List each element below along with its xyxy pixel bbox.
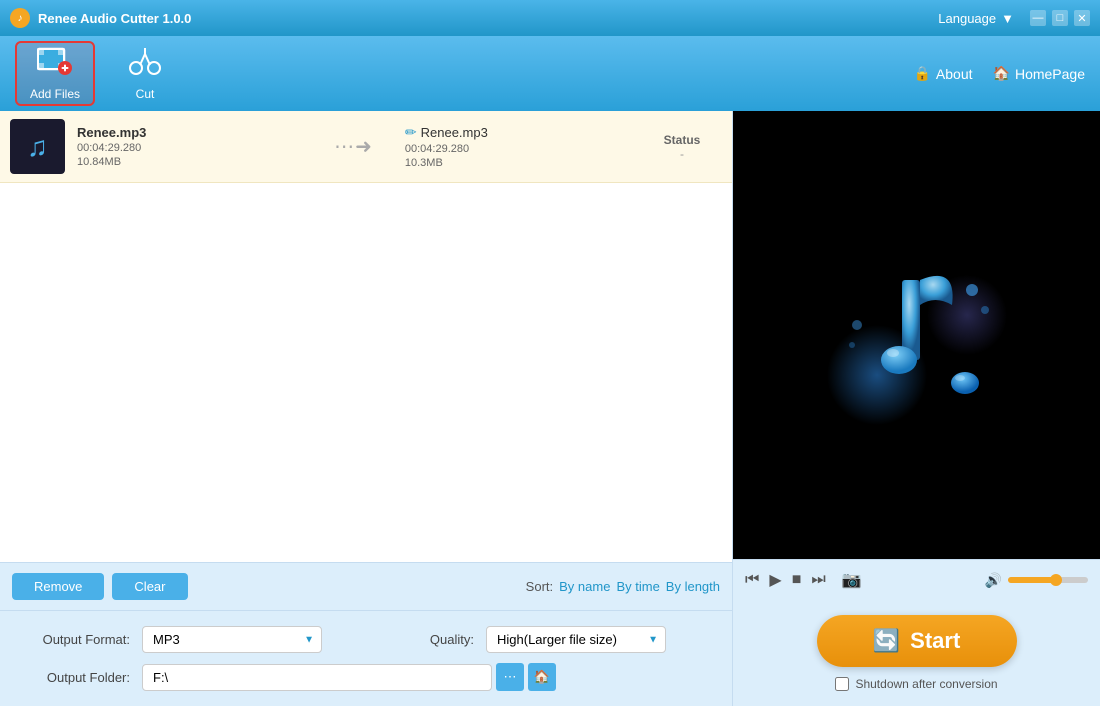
main-area: ♫ Renee.mp3 00:04:29.280 10.84MB ⋯➜ ✏ Re… — [0, 111, 1100, 706]
clear-button[interactable]: Clear — [112, 573, 187, 600]
add-files-button[interactable]: Add Files — [15, 41, 95, 106]
skip-forward-icon: ⏭ — [811, 571, 825, 589]
app-title: Renee Audio Cutter 1.0.0 — [38, 11, 191, 26]
language-arrow-icon: ▼ — [1001, 11, 1014, 26]
about-label: About — [936, 66, 973, 82]
remove-button[interactable]: Remove — [12, 573, 104, 600]
arrow-icon: ⋯➜ — [334, 134, 373, 159]
preview-area — [733, 111, 1100, 559]
window-controls: — □ ✕ — [1030, 10, 1090, 26]
refresh-icon: 🔄 — [873, 628, 900, 654]
sort-area: Sort: By name By time By length — [526, 579, 720, 594]
sort-by-time-link[interactable]: By time — [616, 579, 659, 594]
output-file-name: ✏ Renee.mp3 — [405, 124, 630, 141]
shutdown-row: Shutdown after conversion — [835, 677, 997, 691]
skip-back-icon: ⏮ — [745, 571, 759, 589]
music-note-icon: ♫ — [27, 131, 48, 163]
format-select[interactable]: MP3 AAC WAV FLAC — [142, 626, 322, 653]
minimize-button[interactable]: — — [1030, 10, 1046, 26]
left-panel: ♫ Renee.mp3 00:04:29.280 10.84MB ⋯➜ ✏ Re… — [0, 111, 732, 706]
input-file-info: Renee.mp3 00:04:29.280 10.84MB — [77, 125, 302, 168]
folder-input-wrapper: ⋯ 🏠 — [142, 663, 556, 691]
input-file-name: Renee.mp3 — [77, 125, 302, 140]
cut-button[interactable]: Cut — [105, 41, 185, 106]
right-panel: ⏮ ▶ ■ ⏭ 📷 🔊 — [732, 111, 1100, 706]
music-visual — [817, 235, 1017, 435]
format-select-wrapper: MP3 AAC WAV FLAC — [142, 626, 322, 653]
homepage-label: HomePage — [1015, 66, 1085, 82]
output-file-size: 10.3MB — [405, 157, 630, 169]
cut-icon — [128, 46, 162, 83]
volume-slider[interactable] — [1008, 577, 1088, 583]
quality-select[interactable]: High(Larger file size) Medium Low — [486, 626, 666, 653]
arrow-separator: ⋯➜ — [314, 134, 393, 159]
file-thumbnail: ♫ — [10, 119, 65, 174]
home-icon: 🏠 — [993, 65, 1010, 82]
format-row: Output Format: MP3 AAC WAV FLAC Quality:… — [20, 626, 712, 653]
edit-icon[interactable]: ✏ — [405, 124, 417, 141]
close-button[interactable]: ✕ — [1074, 10, 1090, 26]
shutdown-checkbox[interactable] — [835, 677, 849, 691]
app-logo: ♪ — [10, 8, 30, 28]
shutdown-label: Shutdown after conversion — [855, 677, 997, 691]
quality-label: Quality: — [364, 632, 474, 647]
folder-label: Output Folder: — [20, 670, 130, 685]
cut-label: Cut — [136, 87, 155, 101]
quality-select-wrapper: High(Larger file size) Medium Low — [486, 626, 666, 653]
format-label: Output Format: — [20, 632, 130, 647]
sort-label: Sort: — [526, 579, 553, 594]
volume-control: 🔊 — [985, 572, 1088, 589]
volume-thumb[interactable] — [1050, 574, 1062, 586]
language-dropdown[interactable]: Language ▼ — [938, 11, 1014, 26]
logo-symbol: ♪ — [18, 13, 23, 24]
start-area: 🔄 Start Shutdown after conversion — [733, 600, 1100, 706]
file-list-footer: Remove Clear Sort: By name By time By le… — [0, 562, 732, 610]
folder-input[interactable] — [142, 664, 492, 691]
toolbar-right: 🔒 About 🏠 HomePage — [913, 65, 1085, 82]
title-bar-left: ♪ Renee Audio Cutter 1.0.0 — [10, 8, 191, 28]
status-area: Status - — [642, 133, 722, 161]
player-controls: ⏮ ▶ ■ ⏭ 📷 🔊 — [733, 559, 1100, 600]
status-badge: - — [642, 147, 722, 161]
add-files-icon — [37, 46, 73, 83]
file-list: ♫ Renee.mp3 00:04:29.280 10.84MB ⋯➜ ✏ Re… — [0, 111, 732, 562]
start-label: Start — [910, 628, 960, 654]
input-file-duration: 00:04:29.280 — [77, 142, 302, 154]
camera-icon: 📷 — [842, 570, 862, 590]
volume-fill — [1008, 577, 1056, 583]
table-row: ♫ Renee.mp3 00:04:29.280 10.84MB ⋯➜ ✏ Re… — [0, 111, 732, 183]
folder-row: Output Folder: ⋯ 🏠 — [20, 663, 712, 691]
volume-icon: 🔊 — [985, 572, 1002, 589]
output-file-duration: 00:04:29.280 — [405, 143, 630, 155]
maximize-button[interactable]: □ — [1052, 10, 1068, 26]
play-button[interactable]: ▶ — [769, 570, 781, 590]
about-link[interactable]: 🔒 About — [913, 65, 972, 82]
status-label: Status — [642, 133, 722, 147]
language-label: Language — [938, 11, 996, 26]
toolbar-left: Add Files Cut — [15, 41, 185, 106]
skip-forward-button[interactable]: ⏭ — [811, 571, 825, 589]
homepage-link[interactable]: 🏠 HomePage — [993, 65, 1085, 82]
add-files-label: Add Files — [30, 87, 80, 101]
output-file-info: ✏ Renee.mp3 00:04:29.280 10.3MB — [405, 124, 630, 169]
folder-browse-button[interactable]: ⋯ — [496, 663, 524, 691]
folder-open-button[interactable]: 🏠 — [528, 663, 556, 691]
title-bar: ♪ Renee Audio Cutter 1.0.0 Language ▼ — … — [0, 0, 1100, 36]
lock-icon: 🔒 — [913, 65, 930, 82]
play-icon: ▶ — [769, 570, 781, 590]
sort-by-name-link[interactable]: By name — [559, 579, 610, 594]
stop-button[interactable]: ■ — [792, 571, 802, 589]
output-settings: Output Format: MP3 AAC WAV FLAC Quality:… — [0, 610, 732, 706]
input-file-size: 10.84MB — [77, 156, 302, 168]
stop-icon: ■ — [792, 571, 802, 589]
toolbar: Add Files Cut 🔒 About 🏠 HomePage — [0, 36, 1100, 111]
skip-back-button[interactable]: ⏮ — [745, 571, 759, 589]
start-button[interactable]: 🔄 Start — [817, 615, 1017, 667]
sort-by-length-link[interactable]: By length — [666, 579, 720, 594]
screenshot-button[interactable]: 📷 — [842, 570, 862, 590]
